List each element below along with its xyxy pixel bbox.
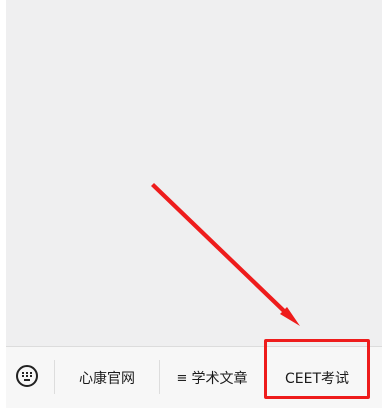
menu-item-academic-articles[interactable]: ≡ 学术文章 bbox=[160, 347, 264, 408]
menu-item-label: 学术文章 bbox=[191, 371, 248, 387]
bottom-menu-bar: 心康官网 ≡ 学术文章 CEET考试 bbox=[6, 346, 382, 408]
menu-item-ceet-exam[interactable]: CEET考试 bbox=[265, 347, 369, 408]
chat-screen: 心康官网 ≡ 学术文章 CEET考试 bbox=[0, 0, 388, 408]
message-area bbox=[6, 0, 382, 346]
menu-item-label: 心康官网 bbox=[79, 371, 135, 387]
menu-item-official-site[interactable]: 心康官网 bbox=[55, 347, 159, 408]
submenu-list-icon: ≡ bbox=[176, 370, 188, 386]
keyboard-icon[interactable] bbox=[16, 365, 38, 387]
menu-item-label: CEET考试 bbox=[284, 371, 350, 387]
